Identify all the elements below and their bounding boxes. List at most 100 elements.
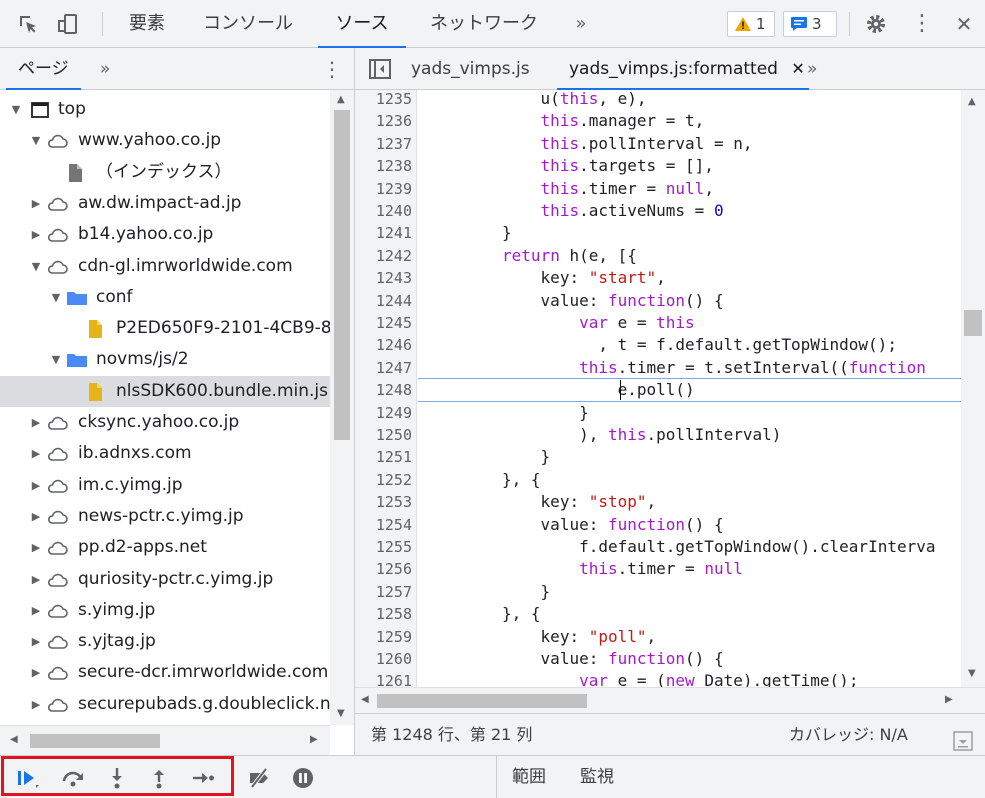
line-number[interactable]: 1245	[355, 312, 412, 334]
expanded-triangle-icon[interactable]: ▼	[30, 125, 42, 156]
tree-item[interactable]: ▶ s.yjtag.jp	[0, 626, 330, 657]
deactivate-breakpoints-icon[interactable]	[246, 765, 272, 791]
tab-sources[interactable]: ソース	[318, 0, 406, 48]
code-line[interactable]: u(this, e),	[541, 90, 647, 110]
collapsed-triangle-icon[interactable]: ▶	[30, 407, 42, 438]
line-number[interactable]: 1247	[355, 357, 412, 379]
line-number[interactable]: 1254	[355, 514, 412, 536]
tree-item[interactable]: ▶ cksync.yahoo.co.jp	[0, 407, 330, 438]
collapsed-triangle-icon[interactable]: ▶	[30, 657, 42, 688]
line-number[interactable]: 1260	[355, 648, 412, 670]
line-number[interactable]: 1250	[355, 424, 412, 446]
collapsed-triangle-icon[interactable]: ▶	[30, 219, 42, 250]
code-line[interactable]: var e = (new Date).getTime();	[579, 670, 858, 687]
pause-on-exceptions-icon[interactable]	[290, 765, 316, 791]
tree-item[interactable]: ▼ www.yahoo.co.jp	[0, 125, 330, 156]
tree-item[interactable]: ▶ quriosity-pctr.c.yimg.jp	[0, 564, 330, 595]
code-line[interactable]: this.activeNums = 0	[541, 200, 724, 222]
close-tab-icon[interactable]: ✕	[791, 59, 804, 78]
tab-network[interactable]: ネットワーク	[418, 0, 550, 48]
code-line[interactable]: }, {	[502, 603, 541, 625]
code-line[interactable]: }	[579, 402, 589, 424]
code-line[interactable]: }	[541, 581, 551, 603]
gear-icon[interactable]	[864, 12, 888, 36]
scroll-down-arrow-icon[interactable]: ▼	[968, 668, 976, 679]
code-line[interactable]: f.default.getTopWindow().clearInterva	[579, 536, 935, 558]
scroll-up-arrow-icon[interactable]: ▲	[968, 96, 976, 107]
line-number[interactable]: 1246	[355, 334, 412, 356]
tree-item[interactable]: ▼ conf	[0, 282, 330, 313]
code-line[interactable]: key: "start",	[541, 267, 666, 289]
toggle-navigator-icon[interactable]	[369, 58, 391, 80]
tab-console[interactable]: コンソール	[192, 0, 304, 48]
code-line[interactable]: this.targets = [],	[541, 155, 714, 177]
scrollbar-thumb[interactable]	[377, 694, 587, 708]
code-line[interactable]: value: function() {	[541, 648, 724, 670]
code-line[interactable]: key: "stop",	[541, 491, 657, 513]
collapsed-triangle-icon[interactable]: ▶	[30, 564, 42, 595]
tree-item[interactable]: P2ED650F9-2101-4CB9-8	[0, 313, 330, 344]
editor-tab-yads-vimps[interactable]: yads_vimps.js	[411, 48, 530, 90]
code-line[interactable]: this.timer = null,	[541, 178, 714, 200]
scroll-right-arrow-icon[interactable]: ▶	[310, 734, 318, 745]
line-number[interactable]: 1236	[355, 110, 412, 132]
navigator-horizontal-scrollbar[interactable]: ◀ ▶	[0, 725, 330, 755]
code-line[interactable]: e.poll()	[618, 379, 695, 401]
tree-item[interactable]: ▶ news-pctr.c.yimg.jp	[0, 501, 330, 532]
code-line[interactable]: , t = f.default.getTopWindow();	[598, 334, 897, 356]
device-toolbar-icon[interactable]	[56, 12, 80, 36]
tab-watch[interactable]: 監視	[580, 756, 614, 798]
code-line[interactable]: ), this.pollInterval)	[579, 424, 781, 446]
code-line[interactable]: }	[541, 446, 551, 468]
collapsed-triangle-icon[interactable]: ▶	[30, 188, 42, 219]
line-number-gutter[interactable]: 1235 1236 1237 1238 1239 1240 1241 1242 1243 1244…	[355, 90, 417, 687]
inspect-element-icon[interactable]	[16, 12, 40, 36]
tab-scope[interactable]: 範囲	[512, 756, 546, 798]
tree-item[interactable]: ▶ b14.yahoo.co.jp	[0, 219, 330, 250]
line-number[interactable]: 1255	[355, 536, 412, 558]
expanded-triangle-icon[interactable]: ▼	[30, 251, 42, 282]
editor-tab-yads-vimps-formatted[interactable]: yads_vimps.js:formatted ✕	[557, 48, 809, 90]
navigator-more-button[interactable]: »	[100, 48, 110, 90]
tree-item[interactable]: ▶ pp.d2-apps.net	[0, 532, 330, 563]
scrollbar-thumb[interactable]	[334, 110, 350, 440]
collapsed-triangle-icon[interactable]: ▶	[30, 470, 42, 501]
step-over-icon[interactable]	[60, 765, 86, 791]
line-number[interactable]: 1243	[355, 267, 412, 289]
code-line[interactable]: }, {	[502, 469, 541, 491]
tree-item[interactable]: ▼ cdn-gl.imrworldwide.com	[0, 251, 330, 282]
kebab-menu-icon[interactable]: ⋮	[910, 12, 934, 36]
tree-item[interactable]: （インデックス）	[0, 157, 330, 188]
step-out-icon[interactable]	[146, 765, 172, 791]
code-line[interactable]: this.pollInterval = n,	[541, 133, 753, 155]
line-number[interactable]: 1244	[355, 290, 412, 312]
line-number[interactable]: 1253	[355, 491, 412, 513]
line-number[interactable]: 1248	[355, 379, 412, 401]
expanded-triangle-icon[interactable]: ▼	[10, 94, 22, 125]
close-devtools-icon[interactable]: ✕	[952, 12, 976, 36]
tree-item[interactable]: ▼ top	[0, 94, 330, 125]
scroll-left-arrow-icon[interactable]: ◀	[361, 694, 369, 705]
code-line[interactable]: var e = this	[579, 312, 695, 334]
tree-item[interactable]: ▶ securepubads.g.doubleclick.ne	[0, 689, 330, 720]
line-number[interactable]: 1235	[355, 90, 412, 110]
code-line[interactable]: this.timer = null	[579, 558, 743, 580]
line-number[interactable]: 1239	[355, 178, 412, 200]
code-line[interactable]: value: function() {	[541, 290, 724, 312]
tree-item[interactable]: ▶ aw.dw.impact-ad.jp	[0, 188, 330, 219]
line-number[interactable]: 1258	[355, 603, 412, 625]
line-number[interactable]: 1251	[355, 446, 412, 468]
line-number[interactable]: 1257	[355, 581, 412, 603]
tree-item[interactable]: ▶ im.c.yimg.jp	[0, 470, 330, 501]
more-tabs-button[interactable]: »	[566, 0, 596, 48]
scroll-down-arrow-icon[interactable]: ▼	[337, 708, 345, 719]
tree-item[interactable]: ▶ secure-dcr.imrworldwide.com	[0, 657, 330, 688]
expanded-triangle-icon[interactable]: ▼	[50, 344, 62, 375]
tree-item[interactable]: ▼ novms/js/2	[0, 344, 330, 375]
collapsed-triangle-icon[interactable]: ▶	[30, 532, 42, 563]
collapsed-triangle-icon[interactable]: ▶	[30, 438, 42, 469]
tree-item[interactable]: nlsSDK600.bundle.min.js	[0, 375, 330, 407]
scrollbar-thumb[interactable]	[30, 734, 160, 748]
expanded-triangle-icon[interactable]: ▼	[50, 282, 62, 313]
step-icon[interactable]	[190, 765, 216, 791]
